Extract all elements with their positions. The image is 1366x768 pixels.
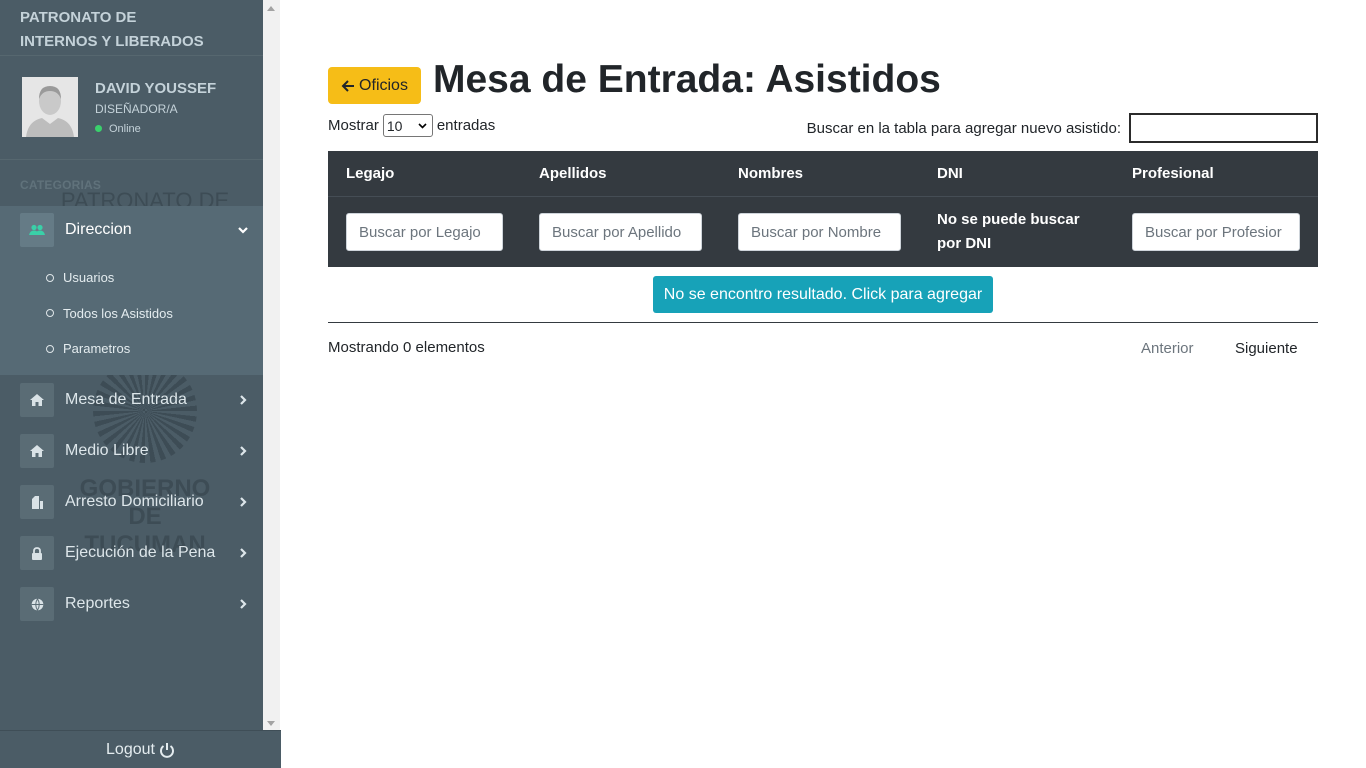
sidebar-item-arresto-domiciliario[interactable]: Arresto Domiciliario	[0, 477, 263, 528]
avatar	[22, 77, 78, 137]
sidebar-scrollbar[interactable]	[263, 0, 280, 730]
page-length-value: 10	[386, 117, 403, 134]
sidebar-subitem-label: Usuarios	[63, 270, 115, 286]
status-dot-icon	[95, 125, 102, 132]
sidebar-item-reportes[interactable]: Reportes	[0, 579, 263, 630]
chevron-down-icon	[238, 227, 248, 234]
circle-icon	[46, 273, 54, 282]
sidebar-subitem-parametros[interactable]: Parametros	[0, 331, 263, 367]
column-header-profesional[interactable]: Profesional	[1132, 165, 1214, 182]
sidebar-item-label: Mesa de Entrada	[65, 391, 187, 408]
sidebar-subitem-label: Parametros	[63, 341, 131, 357]
sidebar-item-label: Direccion	[65, 221, 132, 238]
chevron-down-icon	[418, 122, 427, 129]
sidebar-item-label: Reportes	[65, 595, 130, 612]
circle-icon	[46, 344, 54, 353]
sidebar-item-ejecucion-de-la-pena[interactable]: Ejecución de la Pena	[0, 528, 263, 579]
lock-icon	[20, 536, 54, 570]
category-label: CATEGORIAS	[20, 178, 102, 192]
user-status: Online	[95, 123, 141, 135]
column-header-legajo[interactable]: Legajo	[346, 165, 394, 182]
sidebar-item-label: Arresto Domiciliario	[65, 493, 204, 510]
column-header-nombres[interactable]: Nombres	[738, 165, 803, 182]
sidebar-item-mesa-de-entrada[interactable]: Mesa de Entrada	[0, 375, 263, 426]
scroll-up-icon[interactable]	[267, 6, 275, 11]
user-role: DISEÑADOR/A	[95, 102, 178, 116]
sidebar-subitem-todos-los-asistidos[interactable]: Todos los Asistidos	[0, 296, 263, 332]
building-icon	[20, 485, 54, 519]
sidebar-subitem-usuarios[interactable]: Usuarios	[0, 260, 263, 296]
table-search-input[interactable]	[1129, 113, 1318, 143]
logout-button[interactable]: Logout	[0, 730, 281, 768]
filter-apellido-input[interactable]: Buscar por Apellido	[539, 213, 702, 251]
sidebar-item-direccion[interactable]: Direccion	[0, 206, 263, 254]
filter-dni-note: No se puede buscar por DNI	[937, 211, 1080, 252]
users-icon	[20, 213, 54, 247]
sidebar-item-label: Ejecución de la Pena	[65, 544, 216, 561]
length-prefix: Mostrar	[328, 117, 379, 134]
column-header-apellidos[interactable]: Apellidos	[539, 165, 607, 182]
page-length-select[interactable]: 10	[382, 114, 433, 137]
filter-nombre-input[interactable]: Buscar por Nombre	[738, 213, 901, 251]
pagination-next-button[interactable]: Siguiente	[1235, 340, 1298, 357]
filter-cell: Buscar por Legajo	[346, 213, 503, 251]
power-icon	[159, 742, 174, 758]
user-avatar-icon	[22, 77, 78, 137]
chevron-right-icon	[240, 548, 247, 558]
search-label: Buscar en la tabla para agregar nuevo as…	[806, 119, 1121, 137]
sidebar: PATRONATO DE INTERNOS Y LIBERADOS MINIST…	[0, 0, 263, 768]
filter-profesional-input[interactable]: Buscar por Profesior	[1132, 213, 1300, 251]
logout-label: Logout	[106, 740, 155, 758]
circle-icon	[46, 309, 54, 318]
chevron-right-icon	[240, 497, 247, 507]
brand-title[interactable]: PATRONATO DE INTERNOS Y LIBERADOS	[0, 0, 263, 56]
table-info: Mostrando 0 elementos	[328, 339, 485, 356]
chevron-right-icon	[240, 599, 247, 609]
scroll-down-icon[interactable]	[267, 721, 275, 726]
brand-line: INTERNOS Y LIBERADOS	[20, 33, 204, 50]
user-panel: DAVID YOUSSEF DISEÑADOR/A Online	[0, 56, 263, 160]
back-button-label: Oficios	[359, 76, 408, 94]
table-header-row: Legajo Apellidos Nombres DNI Profesional	[328, 151, 1318, 197]
chevron-right-icon	[240, 446, 247, 456]
globe-icon	[20, 587, 54, 621]
direccion-submenu: Usuarios Todos los Asistidos Parametros	[0, 254, 263, 375]
page-length-control: Mostrar 10 entradas	[328, 114, 495, 137]
brand-line: PATRONATO DE	[20, 9, 137, 26]
length-suffix: entradas	[436, 117, 496, 134]
home-icon	[20, 434, 54, 468]
chevron-right-icon	[240, 395, 247, 405]
filter-legajo-input[interactable]: Buscar por Legajo	[346, 213, 503, 251]
table-filter-row: Buscar por Legajo Buscar por Apellido Bu…	[328, 197, 1318, 267]
filter-cell: Buscar por Apellido	[539, 213, 702, 251]
sidebar-item-medio-libre[interactable]: Medio Libre	[0, 426, 263, 477]
sidebar-item-label: Medio Libre	[65, 442, 149, 459]
back-oficios-button[interactable]: Oficios	[328, 67, 421, 104]
sidebar-subitem-label: Todos los Asistidos	[63, 305, 173, 321]
filter-cell: Buscar por Nombre	[738, 213, 901, 251]
page-title: Mesa de Entrada: Asistidos	[433, 58, 941, 101]
table-search-control: Buscar en la tabla para agregar nuevo as…	[807, 113, 1318, 143]
user-status-label: Online	[109, 123, 141, 135]
column-header-dni[interactable]: DNI	[937, 165, 963, 182]
home-icon	[20, 383, 54, 417]
arrow-left-icon	[341, 79, 355, 92]
pagination-previous-button[interactable]: Anterior	[1141, 340, 1194, 357]
user-name: DAVID YOUSSEF	[95, 80, 217, 97]
asistidos-table: Legajo Apellidos Nombres DNI Profesional…	[328, 151, 1318, 267]
add-asistido-button[interactable]: No se encontro resultado. Click para agr…	[653, 276, 993, 313]
filter-cell: Buscar por Profesior	[1132, 213, 1300, 251]
table-divider	[328, 322, 1318, 323]
